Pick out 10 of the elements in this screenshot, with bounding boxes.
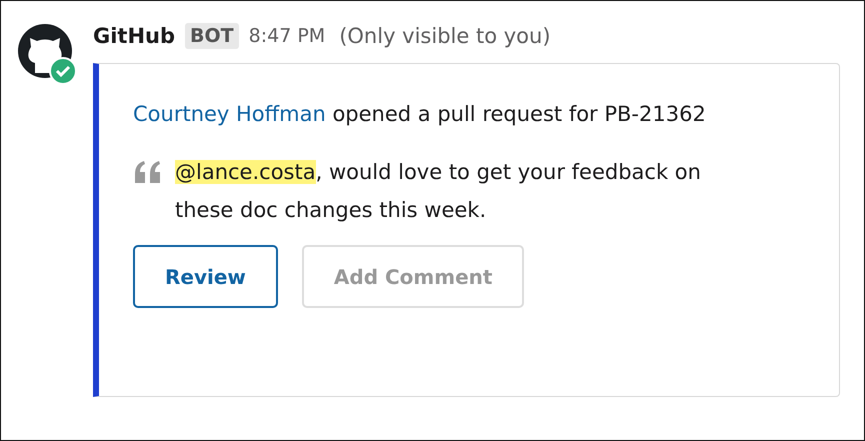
sender-name[interactable]: GitHub bbox=[93, 24, 176, 48]
mention-link[interactable]: @lance.costa bbox=[175, 160, 316, 184]
message-text: Courtney Hoffman opened a pull request for PB-21362 bbox=[133, 101, 707, 128]
quote-icon bbox=[133, 161, 163, 183]
quote-text: @lance.costa, would love to get your feedback on these doc changes this week. bbox=[175, 159, 702, 224]
author-link[interactable]: Courtney Hoffman bbox=[133, 102, 326, 126]
bot-badge: BOT bbox=[185, 23, 239, 49]
visibility-note: (Only visible to you) bbox=[339, 24, 551, 48]
review-button[interactable]: Review bbox=[133, 245, 278, 308]
timestamp: 8:47 PM bbox=[248, 25, 326, 47]
